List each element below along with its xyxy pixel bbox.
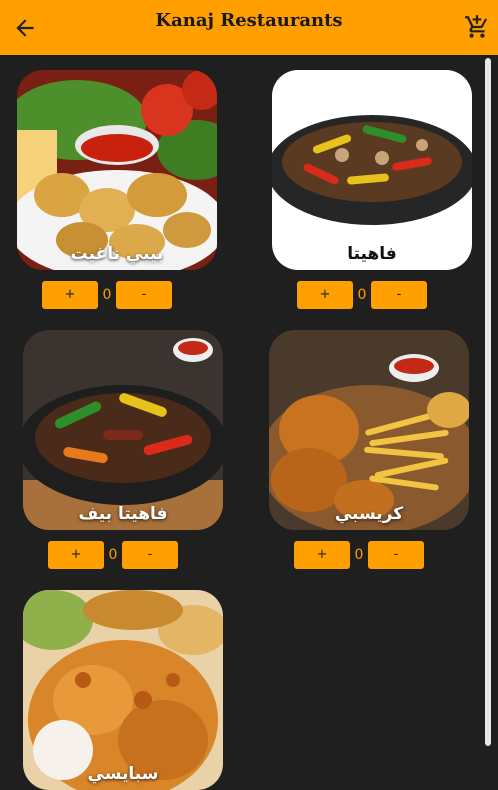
food-card-spicy[interactable]: سبايسي (23, 590, 223, 790)
item-name: بيبي ناغيت (70, 244, 164, 264)
item-name: كريسبي (334, 504, 404, 524)
item-name: فاهيتا بيف (78, 504, 168, 524)
scrollbar[interactable] (485, 58, 491, 746)
spicy-image (23, 590, 223, 790)
quantity-stepper: + 0 - (297, 281, 427, 309)
quantity-value: 0 (357, 287, 367, 303)
quantity-value: 0 (108, 547, 118, 563)
quantity-stepper: + 0 - (294, 541, 424, 569)
food-card-baby-nuggets[interactable]: بيبي ناغيت (17, 70, 217, 270)
plus-button[interactable]: + (48, 541, 104, 569)
minus-button[interactable]: - (122, 541, 178, 569)
crispy-image (269, 330, 469, 530)
quantity-stepper: + 0 - (42, 281, 172, 309)
minus-button[interactable]: - (371, 281, 427, 309)
page-title: Kanaj Restaurants (155, 10, 343, 31)
add-shopping-cart-icon[interactable] (464, 14, 490, 40)
item-name: فاهيتا (347, 244, 397, 264)
app-bar: Kanaj Restaurants (0, 0, 498, 55)
plus-button[interactable]: + (297, 281, 353, 309)
nuggets-image (17, 70, 217, 270)
quantity-stepper: + 0 - (48, 541, 178, 569)
plus-button[interactable]: + (42, 281, 98, 309)
minus-button[interactable]: - (368, 541, 424, 569)
food-card-fajita-beef[interactable]: فاهيتا بيف (23, 330, 223, 530)
item-name: سبايسي (87, 764, 159, 784)
quantity-value: 0 (354, 547, 364, 563)
fajita-image (272, 70, 472, 270)
fajita-beef-image (23, 330, 223, 530)
quantity-value: 0 (102, 287, 112, 303)
plus-button[interactable]: + (294, 541, 350, 569)
food-card-crispy[interactable]: كريسبي (269, 330, 469, 530)
minus-button[interactable]: - (116, 281, 172, 309)
food-card-fajita[interactable]: فاهيتا (272, 70, 472, 270)
